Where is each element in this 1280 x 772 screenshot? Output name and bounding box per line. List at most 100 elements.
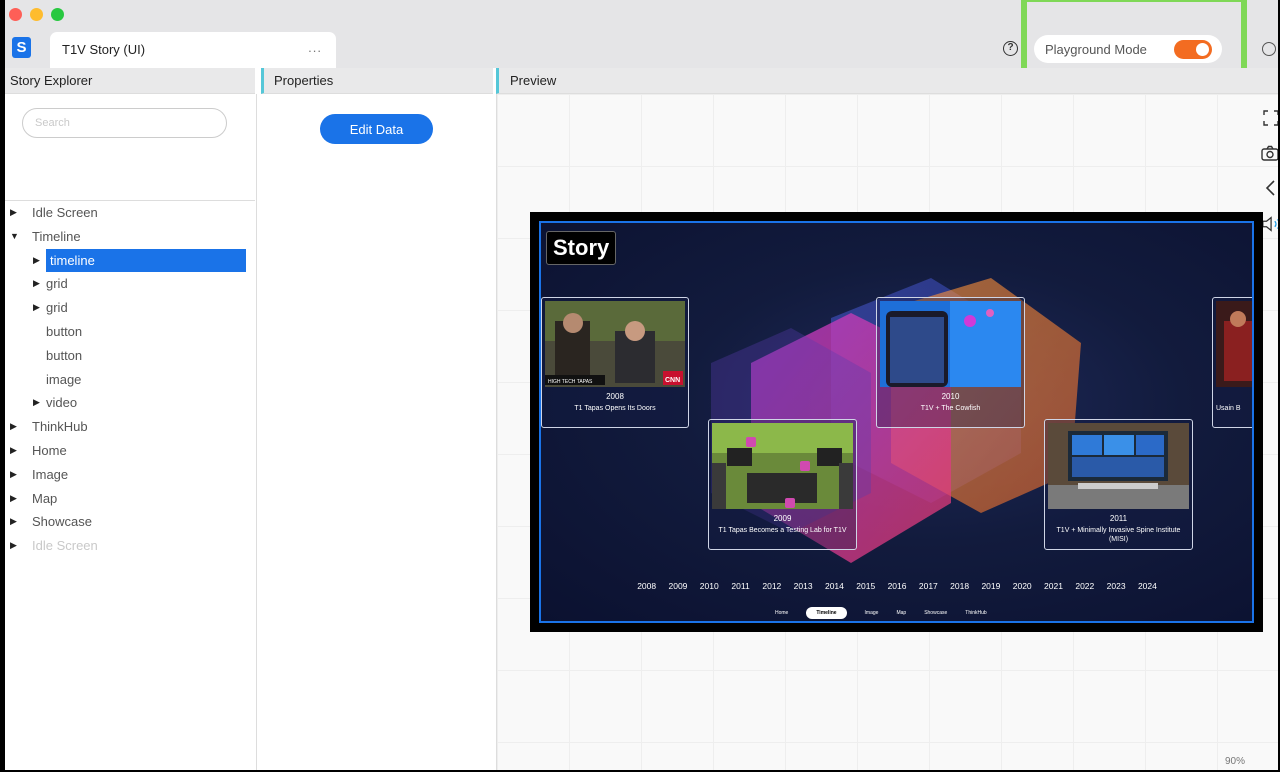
tree-item-showcase[interactable]: ▶ Showcase [5, 510, 255, 534]
toggle-knob [1196, 43, 1209, 56]
story-tree: ▶ Idle Screen ▼ Timeline ▶ timeline ▶ grid ▶ grid… [5, 201, 255, 558]
tree-item-idle-screen[interactable]: ▶ Idle Screen [5, 201, 255, 225]
panel-divider[interactable] [256, 94, 257, 770]
tree-item-grid[interactable]: ▶ grid [5, 272, 255, 296]
help-icon[interactable]: ? [1003, 41, 1018, 56]
year-2023[interactable]: 2023 [1100, 581, 1131, 591]
year-2014[interactable]: 2014 [819, 581, 850, 591]
collapsed-arrow-icon[interactable]: ▶ [33, 391, 40, 415]
tree-item-label: timeline [46, 248, 246, 273]
tree-item-video[interactable]: ▶ video [5, 391, 255, 415]
timeline-card-2008[interactable]: HIGH TECH TAPAS CNN 2008 T1 Tapas Opens … [541, 297, 689, 428]
collapsed-arrow-icon[interactable]: ▶ [10, 510, 17, 534]
tree-item-label: Idle Screen [32, 538, 98, 554]
year-2013[interactable]: 2013 [787, 581, 818, 591]
playground-mode-toggle[interactable] [1174, 40, 1212, 59]
search-input[interactable] [22, 108, 227, 138]
story-timeline-view: Story HIGH TECH TAPAS CNN 2008 T1 Tapas … [539, 221, 1254, 623]
card-title: T1V + Minimally Invasive Spine Institute… [1056, 527, 1181, 543]
story-nav-map[interactable]: Map [896, 610, 906, 616]
playground-mode-control: Playground Mode [1034, 35, 1222, 63]
tree-item-timeline[interactable]: ▼ Timeline [5, 225, 255, 249]
tree-item-label: image [46, 371, 82, 387]
story-nav-thinkhub[interactable]: ThinkHub [965, 610, 986, 616]
year-2016[interactable]: 2016 [881, 581, 912, 591]
tree-item-label: Home [32, 442, 67, 458]
year-2019[interactable]: 2019 [975, 581, 1006, 591]
tab-menu-button[interactable]: ... [308, 40, 322, 55]
card-title: T1 Tapas Opens Its Doors [574, 405, 656, 412]
year-2015[interactable]: 2015 [850, 581, 881, 591]
tree-item-thinkhub[interactable]: ▶ ThinkHub [5, 415, 255, 439]
app-window: S T1V Story (UI) ... ? Playground Mode S… [0, 0, 1280, 772]
card-year: 2009 [773, 514, 792, 523]
tree-item-map[interactable]: ▶ Map [5, 487, 255, 511]
year-2009[interactable]: 2009 [662, 581, 693, 591]
fullscreen-icon[interactable] [1260, 108, 1280, 128]
collapsed-arrow-icon[interactable]: ▶ [33, 249, 40, 273]
collapsed-arrow-icon[interactable]: ▶ [10, 487, 17, 511]
tree-item-label: button [46, 323, 83, 339]
year-2012[interactable]: 2012 [756, 581, 787, 591]
expanded-arrow-icon[interactable]: ▼ [10, 225, 19, 249]
story-nav-image[interactable]: Image [865, 610, 879, 616]
tree-item-label: Timeline [32, 228, 81, 244]
camera-icon[interactable] [1259, 143, 1280, 163]
timeline-card-2011[interactable]: 2011 T1V + Minimally Invasive Spine Inst… [1044, 419, 1193, 550]
card-year: 2010 [941, 392, 960, 401]
year-2024[interactable]: 2024 [1132, 581, 1163, 591]
collapsed-arrow-icon[interactable]: ▶ [10, 439, 17, 463]
tree-item-button[interactable]: button [5, 344, 255, 368]
story-nav-timeline[interactable]: Timeline [806, 607, 847, 619]
tree-item-image[interactable]: image [5, 368, 255, 392]
collapsed-arrow-icon[interactable]: ▶ [33, 296, 40, 320]
speaker-icon[interactable] [1261, 213, 1280, 235]
close-window-button[interactable] [9, 8, 22, 21]
tree-item-label: ThinkHub [32, 419, 88, 435]
year-2008[interactable]: 2008 [631, 581, 662, 591]
year-2017[interactable]: 2017 [913, 581, 944, 591]
collapsed-arrow-icon[interactable]: ▶ [10, 534, 17, 558]
tree-item-timeline[interactable]: ▶ timeline [5, 248, 255, 273]
collapsed-arrow-icon[interactable]: ▶ [10, 415, 17, 439]
card-photo: HIGH TECH TAPAS CNN [545, 301, 685, 387]
tree-item-button[interactable]: button [5, 320, 255, 344]
year-2011[interactable]: 2011 [725, 581, 756, 591]
photo-caption: HIGH TECH TAPAS [548, 379, 593, 385]
card-photo [1216, 301, 1252, 387]
settings-icon[interactable] [1262, 42, 1276, 56]
collapsed-arrow-icon[interactable]: ▶ [33, 272, 40, 296]
tree-item-home[interactable]: ▶ Home [5, 439, 255, 463]
timeline-card-2010[interactable]: 2010 T1V + The Cowfish [876, 297, 1025, 428]
year-2021[interactable]: 2021 [1038, 581, 1069, 591]
year-selector: 2008 2009 2010 2011 2012 2013 2014 2015 2016 2017… [631, 581, 1163, 591]
story-explorer-header: Story Explorer [5, 68, 255, 94]
collapsed-arrow-icon[interactable]: ▶ [10, 201, 17, 225]
tree-item-image[interactable]: ▶ Image [5, 463, 255, 487]
tree-item-grid[interactable]: ▶ grid [5, 296, 255, 320]
year-2022[interactable]: 2022 [1069, 581, 1100, 591]
timeline-card-partial[interactable]: Usain B [1212, 297, 1252, 428]
story-nav-showcase[interactable]: Showcase [924, 610, 947, 616]
cnn-logo: CNN [665, 377, 680, 384]
maximize-window-button[interactable] [51, 8, 64, 21]
year-2018[interactable]: 2018 [944, 581, 975, 591]
back-icon[interactable] [1260, 178, 1280, 198]
card-photo [880, 301, 1021, 387]
zoom-level[interactable]: 90% [1225, 756, 1245, 767]
year-2020[interactable]: 2020 [1007, 581, 1038, 591]
story-nav-home[interactable]: Home [775, 610, 788, 616]
timeline-card-2009[interactable]: 2009 T1 Tapas Becomes a Testing Lab for … [708, 419, 857, 550]
document-tab[interactable]: T1V Story (UI) ... [50, 32, 336, 68]
year-2010[interactable]: 2010 [694, 581, 725, 591]
story-screen[interactable]: Story HIGH TECH TAPAS CNN 2008 T1 Tapas … [530, 212, 1263, 632]
edit-data-button[interactable]: Edit Data [320, 114, 433, 144]
minimize-window-button[interactable] [30, 8, 43, 21]
collapsed-arrow-icon[interactable]: ▶ [10, 463, 17, 487]
app-logo-icon: S [12, 37, 31, 58]
card-title: Usain B [1216, 405, 1241, 412]
playground-mode-label: Playground Mode [1045, 42, 1147, 57]
card-year: 2008 [606, 392, 624, 401]
tree-item-idle-screen[interactable]: ▶ Idle Screen [5, 534, 255, 558]
properties-header: Properties [261, 68, 493, 94]
